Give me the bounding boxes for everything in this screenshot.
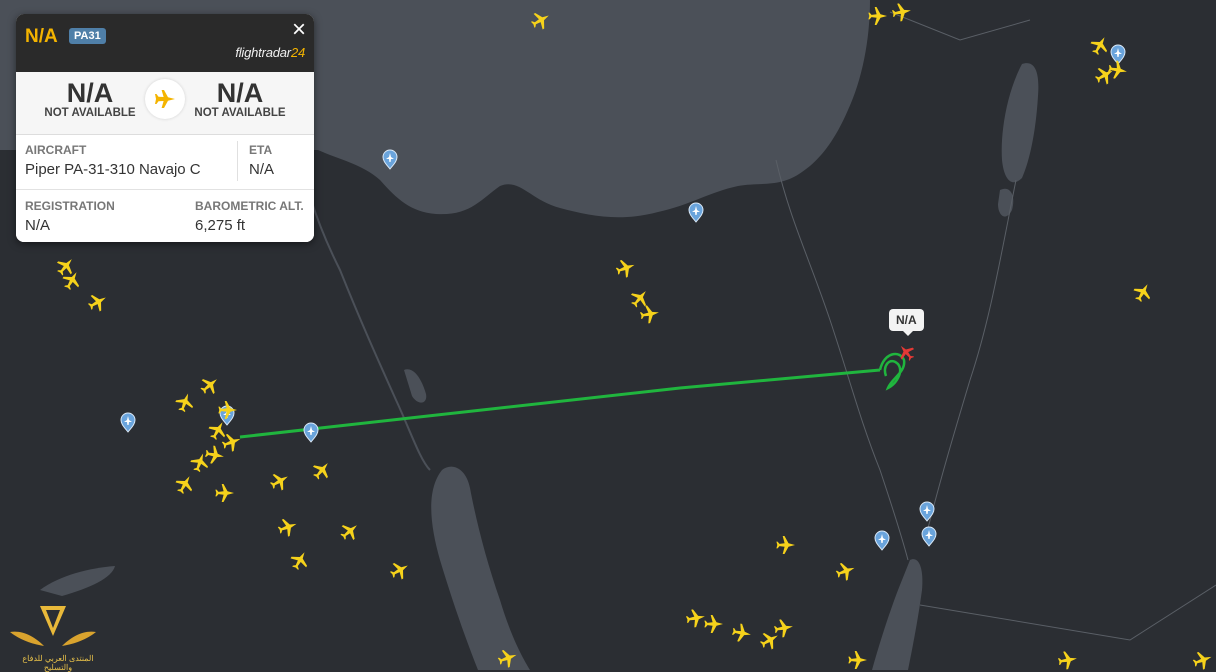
origin-airport[interactable]: N/A NOT AVAILABLE <box>30 78 150 119</box>
registration-altitude-row: REGISTRATION N/A BAROMETRIC ALT. 6,275 f… <box>16 190 314 242</box>
aircraft-value[interactable]: Piper PA-31-310 Navajo C <box>25 161 201 178</box>
aircraft-eta-row: AIRCRAFT Piper PA-31-310 Navajo C ETA N/… <box>16 135 314 190</box>
brand-number-text: 24 <box>290 45 305 60</box>
registration-value[interactable]: N/A <box>25 217 50 234</box>
row-divider <box>237 141 238 181</box>
eta-label: ETA <box>249 143 273 157</box>
altitude-value: 6,275 ft <box>195 217 246 234</box>
route-section: N/A NOT AVAILABLE N/A NOT AVAILABLE <box>16 72 314 135</box>
flight-info-panel: N/A PA31 × flightradar24 N/A NOT AVAILAB… <box>16 14 314 242</box>
watermark-emblem-icon <box>10 606 96 646</box>
plane-route-icon <box>145 79 185 119</box>
eta-value: N/A <box>249 161 275 178</box>
registration-label: REGISTRATION <box>25 199 115 213</box>
destination-code: N/A <box>216 78 264 108</box>
destination-name: NOT AVAILABLE <box>194 107 286 119</box>
origin-code: N/A <box>66 78 114 108</box>
watermark-text: المنتدى العربي للدفاع والتسليح <box>22 654 94 672</box>
aircraft-label: AIRCRAFT <box>25 143 87 157</box>
selected-flight-map-label[interactable]: N/A <box>889 309 924 336</box>
origin-name: NOT AVAILABLE <box>44 107 136 119</box>
forum-watermark-logo: المنتدى العربي للدفاع والتسليح <box>8 602 98 672</box>
brand-main-text: flightradar <box>235 45 291 60</box>
destination-airport[interactable]: N/A NOT AVAILABLE <box>180 78 300 119</box>
callsign: N/A <box>25 26 58 47</box>
altitude-label: BAROMETRIC ALT. <box>195 199 304 213</box>
panel-header: N/A PA31 × flightradar24 <box>16 14 314 72</box>
flightradar24-logo: flightradar24 <box>235 45 305 60</box>
aircraft-type-badge: PA31 <box>69 28 106 44</box>
close-icon[interactable]: × <box>292 18 306 42</box>
